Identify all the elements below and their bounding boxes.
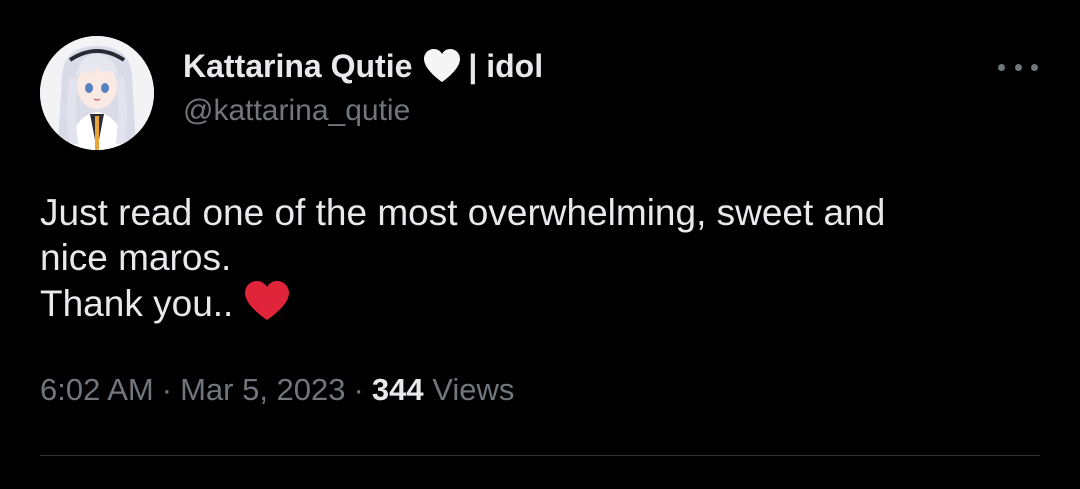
views-label: Views [432, 372, 515, 407]
tweet-line: nice maros. [40, 237, 232, 278]
author-name-suffix: | idol [468, 47, 544, 84]
meta-separator: · [353, 372, 364, 407]
more-dot-icon [1014, 63, 1022, 71]
avatar-image [40, 36, 154, 150]
tweet-line: Just read one of the most overwhelming, … [40, 192, 886, 233]
avatar[interactable] [40, 36, 154, 150]
more-dot-icon [998, 63, 1005, 71]
author-name-row[interactable]: Kattarina Qutie | idol [183, 44, 543, 88]
tweet-time[interactable]: 6:02 AM [40, 372, 154, 407]
tweet-text: Just read one of the most overwhelming, … [40, 190, 1030, 326]
divider [40, 455, 1040, 456]
more-dot-icon [1031, 63, 1038, 71]
views-count: 344 [371, 372, 424, 407]
white-heart-icon [422, 48, 462, 84]
tweet-date[interactable]: Mar 5, 2023 [180, 372, 345, 407]
author-display-name[interactable]: Kattarina Qutie [183, 48, 412, 85]
more-options-button[interactable] [998, 52, 1038, 82]
tweet-meta: 6:02 AM · Mar 5, 2023 · 344 Views [40, 372, 514, 408]
red-heart-icon [243, 280, 291, 322]
author-handle[interactable]: @kattarina_qutie [183, 94, 410, 128]
tweet-line-last: Thank you.. [40, 280, 1030, 326]
meta-separator: · [161, 372, 173, 407]
tweet-line: Thank you.. [40, 283, 234, 324]
